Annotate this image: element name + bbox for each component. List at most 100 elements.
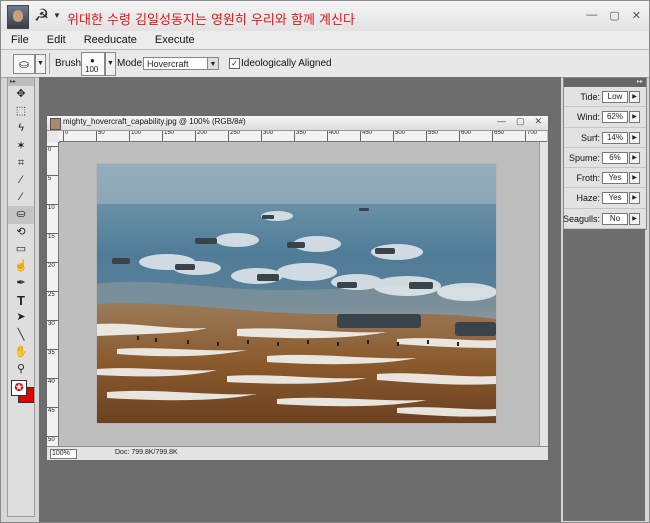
panel-row: Spume: 6% ▶	[564, 148, 646, 169]
ruler-tick	[294, 131, 295, 141]
chevron-right-icon[interactable]: ▶	[629, 212, 640, 225]
window-title: 위대한 수령 김일성동지는 영원히 우리와 함께 계신다	[67, 13, 355, 28]
marquee-tool[interactable]: ⬚	[8, 103, 34, 120]
vertical-scrollbar[interactable]	[539, 142, 548, 446]
chevron-down-icon[interactable]: ▼	[35, 54, 46, 74]
panel-row-value[interactable]: 14%	[602, 131, 628, 144]
panel-row: Wind: 62% ▶	[564, 107, 646, 128]
ruler-tick	[47, 320, 58, 321]
close-button[interactable]: ✕	[632, 9, 641, 22]
lasso-tool[interactable]: ϟ	[8, 120, 34, 137]
toolbox-grip[interactable]: ▸▸	[8, 78, 34, 86]
menu-execute[interactable]: Execute	[145, 34, 203, 46]
tool-preset-stamp-icon[interactable]: ⛀	[13, 54, 35, 74]
type-tool[interactable]: T	[8, 292, 34, 309]
panel-grip[interactable]: ▸▸	[564, 78, 646, 87]
settings-panel: ▸▸ Tide: Low ▶ Wind: 62% ▶ Surf: 14% ▶ Spume: 6% ▶ F…	[563, 77, 647, 230]
panel-row-label: Seagulls:	[562, 213, 600, 224]
eyedropper-tool[interactable]: ⁄	[8, 172, 34, 189]
panel-row-value[interactable]: Yes	[602, 172, 628, 185]
chevron-down-icon[interactable]: ▼	[53, 11, 61, 20]
panel-row: Haze: Yes ▶	[564, 188, 646, 209]
chevron-right-icon[interactable]: ▶	[629, 172, 640, 185]
ideological-checkbox[interactable]: ✓	[229, 58, 240, 69]
ruler-tick	[47, 146, 58, 147]
ideological-label: Ideologically Aligned	[241, 58, 332, 69]
color-swatches[interactable]: ✪	[8, 378, 34, 404]
ruler-label: 100	[131, 131, 142, 136]
stamp-tool[interactable]: ⛀	[8, 206, 34, 224]
magic-wand-tool[interactable]: ✶	[8, 138, 34, 155]
leader-portrait-icon[interactable]	[7, 5, 29, 29]
menu-edit[interactable]: Edit	[37, 34, 74, 46]
document-title: mighty_hovercraft_capability.jpg @ 100% …	[63, 117, 246, 126]
brush-picker[interactable]: ● 100	[81, 52, 105, 76]
panel-row: Surf: 14% ▶	[564, 128, 646, 148]
chevron-right-icon[interactable]: ▶	[629, 91, 640, 103]
move-tool[interactable]: ✥	[8, 86, 34, 103]
document-window: mighty_hovercraft_capability.jpg @ 100% …	[46, 115, 549, 461]
hovercraft-photo	[97, 164, 496, 423]
panel-row-label: Tide:	[580, 92, 600, 102]
panel-row-value[interactable]: 6%	[602, 151, 628, 164]
doc-maximize-button[interactable]: ▢	[516, 116, 525, 127]
title-bar: ☭ ▼ 위대한 수령 김일성동지는 영원히 우리와 함께 계신다 — ▢ ✕	[1, 1, 649, 32]
brush-tip-icon: ●	[90, 56, 95, 65]
ruler-label: 150	[164, 131, 175, 136]
menu-reeducate[interactable]: Reeducate	[74, 34, 145, 46]
chevron-right-icon[interactable]: ▶	[629, 131, 640, 144]
ruler-tick	[47, 291, 58, 292]
chevron-right-icon[interactable]: ▶	[629, 192, 640, 205]
chevron-down-icon[interactable]: ▼	[105, 52, 116, 76]
panel-row-label: Wind:	[576, 112, 600, 123]
foreground-color-swatch[interactable]: ✪	[11, 380, 27, 397]
zoom-field[interactable]: 100%	[50, 449, 77, 459]
hand-tool[interactable]: ✋	[8, 344, 34, 361]
ruler-label: 50	[48, 437, 55, 443]
ruler-label: 40	[48, 379, 55, 385]
chevron-down-icon: ▼	[207, 58, 218, 69]
hammer-sickle-icon[interactable]: ☭	[34, 7, 49, 25]
ruler-tick	[129, 131, 130, 141]
ruler-tick	[228, 131, 229, 141]
chevron-right-icon[interactable]: ▶	[629, 111, 640, 124]
brush-size: 100	[85, 65, 99, 74]
canvas[interactable]	[60, 143, 539, 445]
mode-select[interactable]: Hovercraft ▼	[143, 57, 219, 70]
ruler-tick	[47, 407, 58, 408]
panel-row-label: Haze:	[576, 193, 600, 204]
chevron-right-icon[interactable]: ▶	[629, 151, 640, 164]
doc-minimize-button[interactable]: —	[497, 116, 506, 127]
panel-row: Froth: Yes ▶	[564, 168, 646, 189]
ruler-label: 600	[461, 131, 472, 136]
ruler-label: 25	[48, 292, 55, 298]
panel-row-value[interactable]: Low	[602, 91, 628, 103]
ruler-label: 30	[48, 321, 55, 327]
ruler-label: 400	[329, 131, 340, 136]
path-select-tool[interactable]: ➤	[8, 309, 34, 326]
history-brush-tool[interactable]: ⟲	[8, 224, 34, 241]
app-window: ☭ ▼ 위대한 수령 김일성동지는 영원히 우리와 함께 계신다 — ▢ ✕ F…	[0, 0, 650, 523]
pen-tool[interactable]: ✒	[8, 275, 34, 292]
panel-row-value[interactable]: 62%	[602, 111, 628, 124]
panel-row-value[interactable]: Yes	[602, 192, 628, 205]
crop-tool[interactable]: ⌗	[8, 155, 34, 172]
menu-bar: File Edit Reeducate Execute	[1, 31, 649, 50]
brush-tool[interactable]: ∕	[8, 189, 34, 206]
doc-close-button[interactable]: ✕	[534, 116, 542, 127]
ruler-tick	[47, 233, 58, 234]
zoom-tool[interactable]: ⚲	[8, 361, 34, 378]
minimize-button[interactable]: —	[586, 9, 597, 22]
maximize-button[interactable]: ▢	[609, 9, 619, 22]
menu-file[interactable]: File	[1, 34, 37, 46]
smudge-tool[interactable]: ☝	[8, 258, 34, 275]
ruler-tick	[96, 131, 97, 141]
panel-row: Seagulls: No ▶	[562, 209, 646, 230]
panel-row-label: Surf:	[580, 132, 600, 143]
brush-label: Brush:	[55, 58, 84, 69]
eraser-tool[interactable]: ▭	[8, 241, 34, 258]
line-tool[interactable]: ╲	[8, 327, 34, 344]
document-status-bar: 100% Doc: 799.8K/799.8K	[47, 446, 548, 460]
panel-row-value[interactable]: No	[602, 212, 628, 225]
ruler-tick	[47, 349, 58, 350]
